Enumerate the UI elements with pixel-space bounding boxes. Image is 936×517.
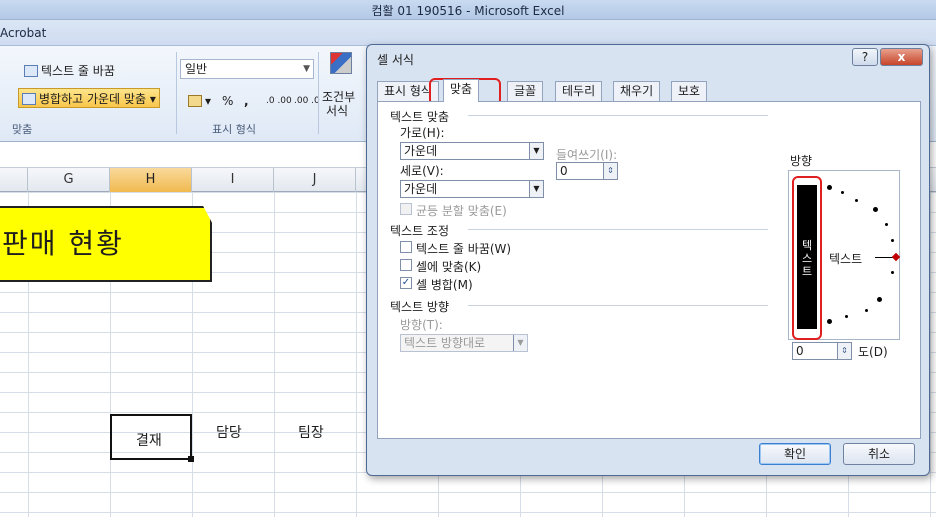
chevron-down-icon: ▼ <box>529 181 543 197</box>
spinner-arrows-icon[interactable]: ⇕ <box>837 343 851 359</box>
wrap-text-icon <box>24 65 38 77</box>
justify-distributed-label: 균등 분할 맞춤(E) <box>416 204 507 218</box>
orientation-heading: 방향 <box>790 154 813 168</box>
window-title: 컴활 01 190516 - Microsoft Excel <box>371 4 565 18</box>
direction-label: 방향(T): <box>400 318 443 332</box>
title-banner-shape[interactable]: 판매 현황 <box>0 206 212 282</box>
horizontal-label: 가로(H): <box>400 126 445 140</box>
currency-icon <box>188 95 202 107</box>
section-divider <box>468 115 768 116</box>
text-control-heading: 텍스트 조정 <box>390 224 450 238</box>
red-highlight-vertical <box>792 176 822 340</box>
group-separator <box>176 52 177 134</box>
cell-approval: 결재 <box>136 433 162 449</box>
ribbon-tab-strip: Acrobat <box>0 20 936 46</box>
column-header-g[interactable]: G <box>28 168 110 192</box>
orientation-dot[interactable] <box>873 207 878 212</box>
indent-value: 0 <box>560 164 568 178</box>
cancel-button[interactable]: 취소 <box>843 443 915 465</box>
orientation-handle[interactable] <box>891 252 901 262</box>
wrap-text-label: 텍스트 줄 바꿈(W) <box>416 242 512 256</box>
orientation-dot[interactable] <box>845 315 848 318</box>
text-alignment-heading: 텍스트 맞춤 <box>390 110 450 124</box>
spinner-arrows-icon[interactable]: ⇕ <box>603 163 617 179</box>
vertical-value: 가운데 <box>404 182 438 196</box>
horizontal-text-label: 텍스트 <box>829 252 863 266</box>
orientation-dot[interactable] <box>891 271 894 274</box>
orientation-dot[interactable] <box>827 319 832 324</box>
vertical-label: 세로(V): <box>400 164 444 178</box>
column-header-h[interactable]: H <box>110 168 192 192</box>
text-direction-value: 텍스트 방향대로 <box>404 336 486 350</box>
orientation-dot[interactable] <box>891 239 894 242</box>
orientation-dot[interactable] <box>885 223 888 226</box>
degrees-value: 0 <box>796 344 804 358</box>
tab-alignment[interactable]: 맞춤 <box>443 79 480 102</box>
comma-button[interactable]: , <box>240 90 253 110</box>
shrink-to-fit-label: 셀에 맞춤(K) <box>416 260 482 274</box>
fill-handle[interactable] <box>188 456 194 462</box>
orientation-dot[interactable] <box>827 185 832 190</box>
ok-button[interactable]: 확인 <box>759 443 831 465</box>
wrap-text-button[interactable]: 텍스트 줄 바꿈 <box>20 60 119 80</box>
merge-center-label: 병합하고 가운데 맞춤 <box>39 92 146 106</box>
shrink-to-fit-checkbox[interactable] <box>400 259 412 271</box>
column-header-blank <box>0 168 28 192</box>
horizontal-select[interactable]: 가운데 ▼ <box>400 142 544 160</box>
tab-font[interactable]: 글꼴 <box>507 81 544 101</box>
orientation-dot[interactable] <box>855 199 858 202</box>
tab-fill[interactable]: 채우기 <box>613 81 661 101</box>
degrees-spinner[interactable]: 0 ⇕ <box>792 342 852 360</box>
tab-protection[interactable]: 보호 <box>671 81 708 101</box>
chevron-down-icon: ▼ <box>303 64 310 74</box>
indent-label: 들여쓰기(I): <box>556 148 618 162</box>
conditional-format-icon <box>330 52 352 74</box>
merge-cells-checkbox[interactable]: ✓ <box>400 277 412 289</box>
tab-border[interactable]: 테두리 <box>555 81 603 101</box>
merge-icon <box>22 93 36 105</box>
chevron-down-icon: ▼ <box>529 143 543 159</box>
group-separator <box>318 52 319 134</box>
wrap-text-checkbox[interactable] <box>400 241 412 253</box>
vertical-select[interactable]: 가운데 ▼ <box>400 180 544 198</box>
alignment-group-label: 맞춤 <box>12 123 33 136</box>
text-direction-select[interactable]: 텍스트 방향대로 ▼ <box>400 334 528 352</box>
format-cells-dialog: 셀 서식 ? x 표시 형식 맞춤 글꼴 테두리 채우기 보호 텍스트 맞춤 가… <box>366 44 930 476</box>
tab-acrobat[interactable]: Acrobat <box>0 26 46 40</box>
close-button[interactable]: x <box>880 48 923 66</box>
horizontal-value: 가운데 <box>404 144 438 158</box>
justify-distributed-checkbox[interactable] <box>400 203 412 215</box>
orientation-dot[interactable] <box>841 191 844 194</box>
wrap-text-label: 텍스트 줄 바꿈 <box>41 64 115 78</box>
orientation-dot[interactable] <box>877 297 882 302</box>
percent-button[interactable]: % <box>218 90 237 110</box>
column-header-i[interactable]: I <box>192 168 274 192</box>
cell-staff: 담당 <box>216 425 242 441</box>
section-divider <box>468 229 768 230</box>
cell-team-lead: 팀장 <box>298 425 324 441</box>
number-group-label: 표시 형식 <box>212 123 256 136</box>
section-divider <box>468 305 768 306</box>
alignment-panel: 텍스트 맞춤 가로(H): 가운데 ▼ 들여쓰기(I): 세로(V): 0 ⇕ … <box>377 101 921 439</box>
number-format-combo[interactable]: 일반 ▼ <box>180 59 314 79</box>
chevron-down-icon: ▼ <box>513 335 527 351</box>
column-header-j[interactable]: J <box>274 168 356 192</box>
indent-spinner[interactable]: 0 ⇕ <box>556 162 618 180</box>
merge-center-button[interactable]: 병합하고 가운데 맞춤 ▾ <box>18 88 160 108</box>
number-format-value: 일반 <box>185 62 208 76</box>
merge-cells-label: 셀 병합(M) <box>416 278 473 292</box>
orientation-dot[interactable] <box>865 309 868 312</box>
text-direction-heading: 텍스트 방향 <box>390 300 450 314</box>
conditional-format-label-2[interactable]: 서식 <box>326 102 348 119</box>
help-button[interactable]: ? <box>852 48 878 66</box>
currency-button[interactable]: ▾ <box>184 90 215 110</box>
dialog-title: 셀 서식 <box>377 53 414 67</box>
degrees-label: 도(D) <box>858 345 888 359</box>
title-bar: 컴활 01 190516 - Microsoft Excel <box>0 0 936 20</box>
